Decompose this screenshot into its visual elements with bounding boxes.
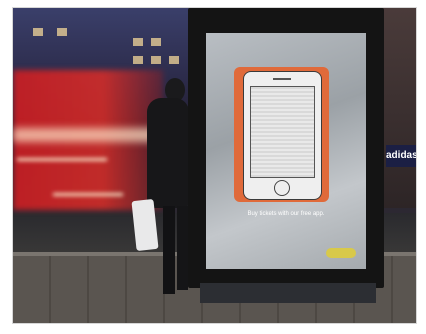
window — [33, 28, 43, 36]
kiosk-brand — [188, 18, 384, 28]
light-streak — [17, 158, 107, 161]
phone-illustration — [234, 67, 329, 202]
window — [151, 56, 161, 64]
window — [133, 56, 143, 64]
pedestrian — [141, 78, 189, 294]
advertising-kiosk: Buy tickets with our free app. — [188, 8, 384, 288]
window — [151, 38, 161, 46]
phone-speaker — [273, 78, 291, 80]
ad-screen: Buy tickets with our free app. — [206, 33, 366, 269]
window — [169, 56, 179, 64]
ad-brand-logo — [326, 248, 356, 258]
pedestrian-leg — [177, 206, 188, 290]
kiosk-base — [200, 283, 376, 303]
window — [133, 38, 143, 46]
phone-home-button — [274, 180, 290, 196]
pedestrian-coat — [147, 98, 189, 208]
light-streak — [53, 193, 123, 196]
window — [57, 28, 67, 36]
photo: adidas Buy tickets with our free app. — [13, 8, 416, 323]
phone-display — [250, 86, 315, 178]
pedestrian-leg — [163, 206, 175, 294]
bus-window-streak — [13, 128, 158, 142]
phone-body — [243, 71, 322, 200]
store-sign: adidas — [386, 145, 416, 167]
ad-tagline: Buy tickets with our free app. — [247, 211, 325, 217]
ad-fine-print — [214, 248, 324, 256]
